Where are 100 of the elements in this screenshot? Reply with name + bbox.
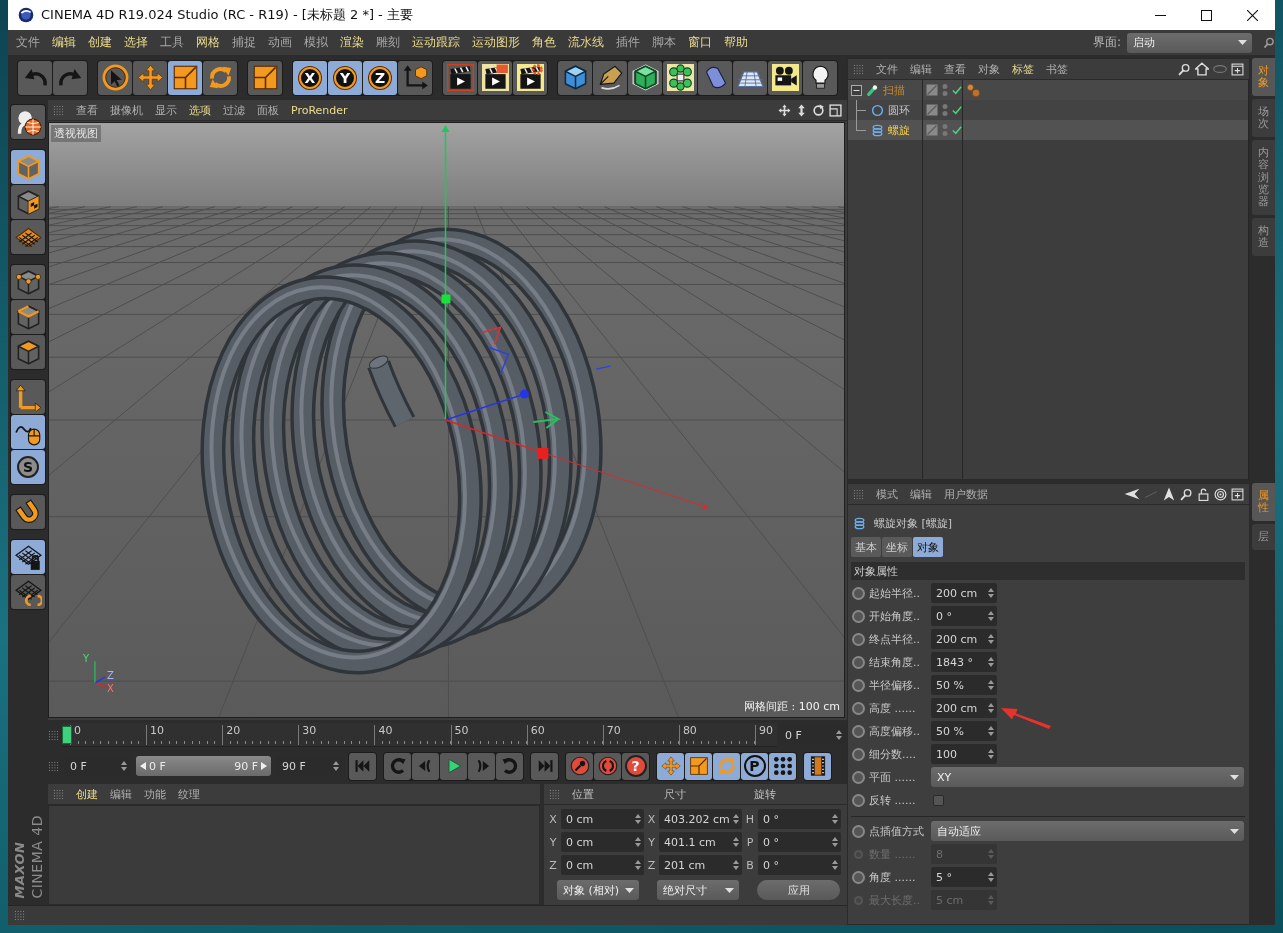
menu-item[interactable]: 运动图形 [472,34,520,51]
object-name[interactable]: 螺旋 [888,122,910,138]
texture-mode-button[interactable] [11,185,45,219]
object-name-cell[interactable]: 螺旋 [848,120,922,140]
side-tab[interactable]: 内容浏览器 [1252,140,1275,215]
side-tab[interactable]: 层 [1252,524,1275,551]
subdivision-button[interactable] [628,60,662,95]
object-name-cell[interactable]: 扫描 [848,80,922,100]
menu-item[interactable]: 文件 [876,61,898,77]
menu-item[interactable]: 选择 [124,34,148,51]
spinner-arrows-icon[interactable] [635,837,641,847]
redo-button[interactable] [53,60,87,95]
keyframe-circle-icon[interactable] [852,747,865,761]
rotation-field[interactable]: 0 ° [758,809,841,829]
right-triangle-icon[interactable] [261,762,267,770]
axis-lock-button[interactable]: X [293,60,327,95]
lock-icon[interactable] [1197,487,1210,501]
record-key-button[interactable] [566,752,593,780]
previous-key-button[interactable] [384,752,411,780]
grip-handle-icon[interactable] [853,488,864,500]
coordinate-space-dropdown[interactable]: 对象 (相对) [557,880,639,900]
menu-item[interactable]: 网格 [196,34,220,51]
spinner-arrows-icon[interactable] [988,588,994,598]
selection-tool-button[interactable] [98,60,132,95]
spinner-arrows-icon[interactable] [988,657,994,667]
keyframe-circle-icon[interactable] [852,793,865,807]
make-editable-button[interactable] [11,105,45,139]
menu-item[interactable]: 用户数据 [944,486,988,502]
go-to-end-button[interactable] [531,752,558,780]
object-name-cell[interactable]: 圆环 [848,100,922,120]
dropdown-field[interactable]: 自动适应 [931,821,1244,841]
keyframe-circle-icon[interactable] [852,586,865,600]
spinner-arrows-icon[interactable] [635,814,641,824]
grid-rotate-button[interactable] [11,575,45,609]
keyframe-circle-icon[interactable] [852,824,865,838]
object-name[interactable]: 圆环 [888,102,910,118]
spinner-arrows-icon[interactable] [988,680,994,690]
menu-item[interactable]: 编辑 [910,486,932,502]
menu-item[interactable]: 插件 [616,34,640,51]
size-field[interactable]: 403.202 cm [659,809,742,829]
magnet-button[interactable] [11,495,45,529]
move-tool-button[interactable] [133,60,167,95]
spinner-arrows-icon[interactable] [635,860,641,870]
cloner-button[interactable] [663,60,697,95]
recent-tool-button[interactable] [248,60,282,95]
attribute-tab[interactable]: 基本 [851,537,881,557]
menu-item[interactable]: 查看 [76,102,98,118]
render-view-button[interactable] [443,60,477,95]
visibility-dots-icon[interactable] [942,83,948,97]
axis-lock-button[interactable]: Y [328,60,362,95]
keyframe-circle-icon[interactable] [852,609,865,623]
layer-swatch-icon[interactable] [926,104,938,116]
size-field[interactable]: 201 cm [659,855,742,875]
side-tab[interactable]: 场次 [1252,99,1275,138]
timeline-button[interactable] [804,752,831,780]
workplane-button[interactable] [11,220,45,254]
collapse-toggle-icon[interactable] [851,84,862,96]
layer-swatch-icon[interactable] [926,124,938,136]
check-icon[interactable] [952,105,962,115]
pen-button[interactable] [593,60,627,95]
search-icon[interactable] [1178,62,1191,76]
spinner-arrows-icon[interactable] [988,611,994,621]
number-field[interactable]: 200 cm [931,629,997,649]
menu-item[interactable]: 动画 [268,34,292,51]
position-field[interactable]: 0 cm [561,809,644,829]
number-field[interactable]: 1843 ° [931,652,997,672]
grip-handle-icon[interactable] [53,104,64,116]
next-key-button[interactable] [496,752,523,780]
menu-item[interactable]: 模拟 [304,34,328,51]
spinner-arrows-icon[interactable] [836,730,842,740]
search-icon[interactable] [1180,487,1193,501]
rotate-view-icon[interactable] [812,103,825,117]
spinner-arrows-icon[interactable] [988,726,994,736]
maximize-view-icon[interactable] [829,103,842,117]
playhead-marker[interactable] [62,726,72,744]
menu-item[interactable]: 模式 [876,486,898,502]
keyframe-circle-icon[interactable] [852,724,865,738]
floor-button[interactable] [733,60,767,95]
number-field[interactable]: 200 cm [931,583,997,603]
position-field[interactable]: 0 cm [561,832,644,852]
render-settings-button[interactable] [513,60,547,95]
grip-handle-icon[interactable] [48,760,59,772]
keyframe-selection-button[interactable]: ? [622,752,649,780]
cube-button[interactable] [558,60,592,95]
home-icon[interactable] [1195,62,1209,76]
keyframe-circle-icon[interactable] [852,655,865,669]
scale-tool-button[interactable] [168,60,202,95]
spinner-arrows-icon[interactable] [733,860,739,870]
number-field[interactable]: 100 [931,744,997,764]
polygons-mode-button[interactable] [11,335,45,369]
rotation-field[interactable]: 0 ° [758,832,841,852]
play-button[interactable] [440,752,467,780]
spinner-arrows-icon[interactable] [733,837,739,847]
spinner-arrows-icon[interactable] [832,837,838,847]
menu-item[interactable]: 脚本 [652,34,676,51]
timeline-ruler[interactable]: 0 10 20 30 40 50 60 70 80 90 [62,723,777,747]
menu-item[interactable]: 文件 [16,34,40,51]
menu-item[interactable]: 窗口 [688,34,712,51]
key-point-level-button[interactable] [769,752,796,780]
number-field[interactable]: 50 % [931,721,997,741]
